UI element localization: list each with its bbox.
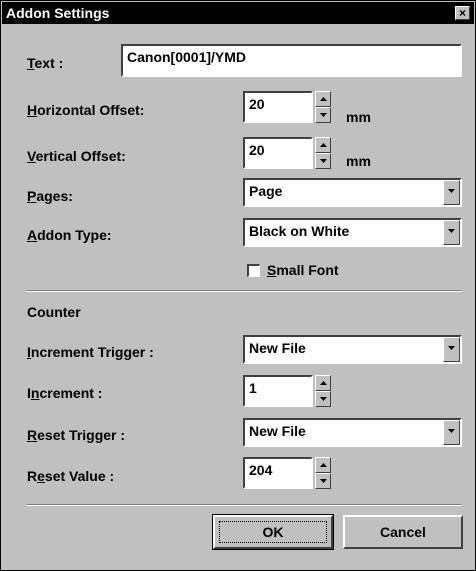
counter-heading: Counter	[27, 304, 81, 320]
arrow-down-icon	[320, 159, 327, 163]
focus-rect	[219, 521, 327, 543]
arrow-up-icon	[320, 381, 327, 385]
separator	[27, 504, 461, 506]
addon-type-label: Addon Type:	[27, 227, 112, 243]
pages-select[interactable]: Page	[243, 178, 462, 207]
spin-down-button[interactable]	[315, 391, 331, 407]
chevron-down-icon	[448, 346, 455, 350]
chevron-down-icon	[448, 229, 455, 233]
cancel-button[interactable]: Cancel	[343, 515, 463, 549]
spin-down-button[interactable]	[315, 153, 331, 169]
reset-value-input[interactable]: 204	[243, 457, 313, 489]
increment-spinner[interactable]	[315, 375, 331, 407]
addon-type-select[interactable]: Black on White	[243, 218, 462, 247]
cancel-button-label: Cancel	[380, 524, 426, 540]
horizontal-offset-label: Horizontal Offset:	[27, 102, 145, 118]
addon-settings-dialog: Addon Settings × Text : Canon[0001]/YMD …	[0, 0, 476, 571]
title-bar: Addon Settings ×	[2, 2, 474, 24]
arrow-down-icon	[320, 397, 327, 401]
reset-trigger-label: Reset Trigger :	[27, 427, 126, 443]
reset-trigger-dropdown-button[interactable]	[443, 420, 460, 445]
horizontal-offset-unit: mm	[346, 109, 371, 125]
horizontal-offset-value: 20	[249, 96, 265, 112]
increment-trigger-select[interactable]: New File	[243, 335, 462, 364]
small-font-label[interactable]: Small Font	[267, 262, 339, 278]
increment-trigger-select-value: New File	[249, 340, 306, 356]
pages-dropdown-button[interactable]	[443, 180, 460, 205]
arrow-down-icon	[320, 113, 327, 117]
horizontal-offset-spinner[interactable]	[315, 91, 331, 123]
spin-up-button[interactable]	[315, 457, 331, 473]
ok-button[interactable]: OK	[212, 514, 334, 550]
text-label: Text :	[27, 55, 64, 71]
pages-select-value: Page	[249, 183, 283, 199]
vertical-offset-input[interactable]: 20	[243, 137, 313, 169]
spin-up-button[interactable]	[315, 91, 331, 107]
text-input[interactable]: Canon[0001]/YMD	[121, 44, 462, 77]
chevron-down-icon	[448, 189, 455, 193]
vertical-offset-label: Vertical Offset:	[27, 148, 126, 164]
reset-value-spinner[interactable]	[315, 457, 331, 489]
arrow-up-icon	[320, 143, 327, 147]
spin-up-button[interactable]	[315, 375, 331, 391]
arrow-up-icon	[320, 463, 327, 467]
arrow-up-icon	[320, 97, 327, 101]
vertical-offset-unit: mm	[346, 153, 371, 169]
chevron-down-icon	[448, 429, 455, 433]
vertical-offset-value: 20	[249, 142, 265, 158]
increment-input[interactable]: 1	[243, 375, 313, 407]
increment-trigger-dropdown-button[interactable]	[443, 337, 460, 362]
window-title: Addon Settings	[6, 5, 110, 21]
small-font-checkbox[interactable]	[247, 264, 260, 277]
reset-trigger-select[interactable]: New File	[243, 418, 462, 447]
vertical-offset-spinner[interactable]	[315, 137, 331, 169]
increment-value: 1	[249, 380, 257, 396]
increment-label: Increment :	[27, 385, 103, 401]
reset-value-label: Reset Value :	[27, 468, 115, 484]
reset-trigger-select-value: New File	[249, 423, 306, 439]
spin-up-button[interactable]	[315, 137, 331, 153]
close-icon: ×	[458, 6, 466, 20]
addon-type-dropdown-button[interactable]	[443, 220, 460, 245]
spin-down-button[interactable]	[315, 107, 331, 123]
increment-trigger-label: Increment Trigger :	[27, 344, 154, 360]
horizontal-offset-input[interactable]: 20	[243, 91, 313, 123]
addon-type-select-value: Black on White	[249, 223, 350, 239]
separator	[27, 290, 461, 292]
close-button[interactable]: ×	[455, 6, 470, 20]
reset-value-value: 204	[249, 462, 273, 478]
pages-label: Pages:	[27, 188, 73, 204]
text-input-value: Canon[0001]/YMD	[127, 49, 247, 65]
arrow-down-icon	[320, 479, 327, 483]
spin-down-button[interactable]	[315, 473, 331, 489]
